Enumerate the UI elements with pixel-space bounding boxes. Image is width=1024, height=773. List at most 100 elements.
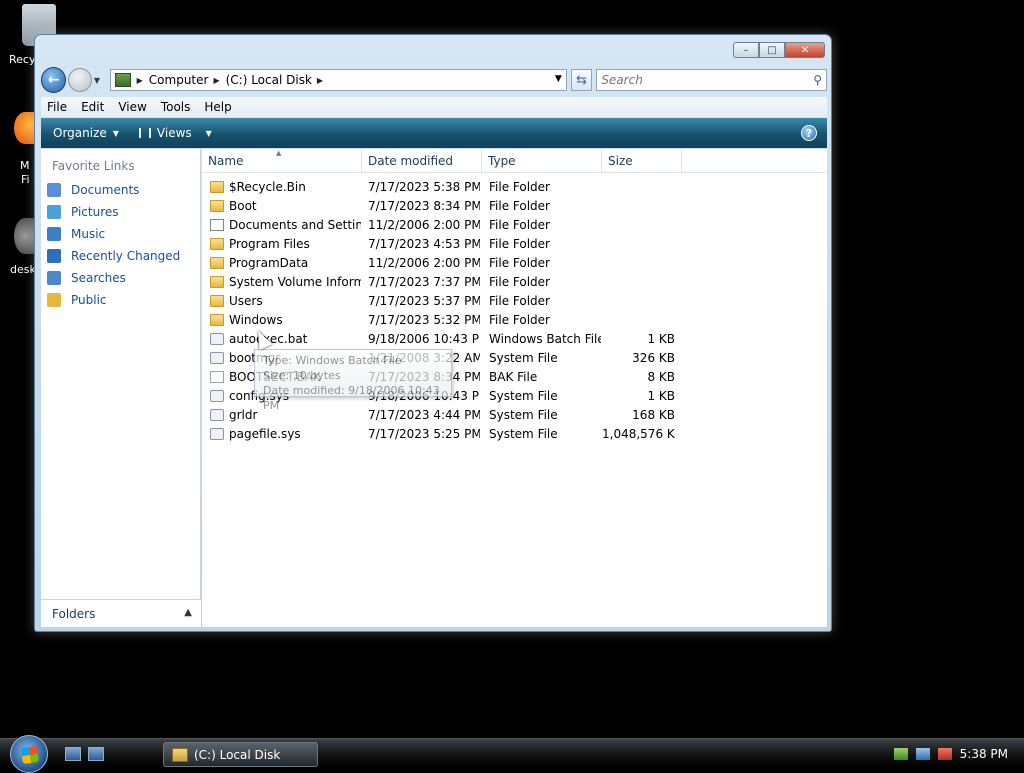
minimize-button[interactable]: –: [733, 42, 759, 58]
column-header-size[interactable]: Size: [602, 149, 682, 173]
nav-item-pictures[interactable]: Pictures: [41, 201, 200, 223]
address-dropdown-icon[interactable]: ▼: [555, 74, 562, 84]
back-button[interactable]: ←: [41, 67, 67, 93]
cell-date: 7/17/2023 5:25 PM: [368, 427, 480, 441]
sys-icon: [210, 428, 224, 440]
cell-name: pagefile.sys: [229, 427, 301, 441]
cell-name: $Recycle.Bin: [229, 180, 306, 194]
address-box[interactable]: ▶ Computer ▶ (C:) Local Disk ▶ ▼: [109, 69, 567, 91]
refresh-button[interactable]: ⇆: [570, 69, 593, 91]
menu-tools[interactable]: Tools: [161, 100, 191, 114]
music-icon: [47, 227, 61, 241]
column-header-date[interactable]: Date modified: [362, 149, 482, 173]
table-row[interactable]: ProgramData 11/2/2006 2:00 PM File Folder: [202, 254, 682, 273]
menu-view[interactable]: View: [118, 100, 146, 114]
taskbar-explorer-label: (C:) Local Disk: [194, 747, 281, 762]
cell-size: 1 KB: [647, 332, 675, 346]
help-icon[interactable]: ?: [801, 125, 817, 141]
network-icon[interactable]: [915, 748, 930, 760]
breadcrumb-arrow-icon[interactable]: ▶: [317, 76, 323, 85]
folder-icon: [210, 238, 224, 250]
menu-edit[interactable]: Edit: [81, 100, 104, 114]
cell-type: File Folder: [489, 294, 550, 308]
cell-size: [602, 178, 675, 197]
column-header-name[interactable]: Name: [202, 149, 362, 173]
drive-icon: [172, 747, 188, 762]
cell-name: autoexec.bat: [229, 332, 308, 346]
table-row[interactable]: Program Files 7/17/2023 4:53 PM File Folde…: [202, 235, 682, 254]
pictures-icon: [47, 205, 61, 219]
cell-name: Boot: [229, 199, 257, 213]
cell-name: Program Files: [229, 237, 310, 251]
nav-item-label: Documents: [71, 183, 140, 197]
tooltip-modified: Date modified: 9/18/2006 10:43 PM: [263, 384, 440, 412]
cell-date: 7/17/2023 5:38 PM: [368, 180, 480, 194]
search-input[interactable]: [601, 73, 814, 87]
search-icon[interactable]: ⚲: [813, 73, 822, 87]
table-row[interactable]: Users 7/17/2023 5:37 PM File Folder: [202, 292, 682, 311]
cell-size: 326 KB: [632, 351, 675, 365]
menu-bar: File Edit View Tools Help: [41, 97, 827, 117]
views-button[interactable]: Views ▼: [138, 126, 212, 140]
nav-item-documents[interactable]: Documents: [41, 179, 200, 201]
show-desktop-icon[interactable]: [65, 747, 81, 761]
folder-icon: [210, 276, 224, 288]
folders-toggle[interactable]: Folders ▲: [41, 599, 201, 627]
table-row[interactable]: Documents and Settings 11/2/2006 2:00 PM F…: [202, 216, 682, 235]
table-row[interactable]: $Recycle.Bin 7/17/2023 5:38 PM File Folder: [202, 178, 682, 197]
cell-size: [602, 235, 675, 254]
breadcrumb-arrow-icon[interactable]: ▶: [213, 76, 219, 85]
recent-icon: [47, 249, 61, 263]
cell-size: [602, 216, 675, 235]
firefox-icon[interactable]: [14, 112, 36, 144]
switch-windows-icon[interactable]: [88, 747, 104, 761]
maximize-button[interactable]: □: [759, 42, 785, 58]
folders-label: Folders: [52, 606, 96, 621]
sys-icon: [210, 390, 224, 402]
taskbar-explorer-button[interactable]: (C:) Local Disk: [163, 742, 318, 767]
cell-type: BAK File: [489, 370, 538, 384]
start-button[interactable]: [10, 735, 48, 773]
forward-button[interactable]: [68, 68, 92, 92]
folder-icon: [210, 181, 224, 193]
column-headers: Name ▲ Date modified Type Size: [202, 149, 827, 173]
folder-icon: [210, 314, 224, 326]
nav-item-recently-changed[interactable]: Recently Changed: [41, 245, 200, 267]
taskbar: (C:) Local Disk 5:38 PM: [0, 735, 1024, 773]
menu-help[interactable]: Help: [204, 100, 231, 114]
cell-type: File Folder: [489, 199, 550, 213]
breadcrumb-arrow-icon[interactable]: ▶: [137, 76, 143, 85]
safely-remove-icon[interactable]: [893, 748, 908, 760]
table-row[interactable]: autoexec.bat 9/18/2006 10:43 PM Windows Ba…: [202, 330, 682, 349]
refresh-icon: ⇆: [576, 72, 587, 88]
breadcrumb-computer[interactable]: Computer: [149, 73, 209, 87]
recent-pages-dropdown[interactable]: ▼: [94, 76, 106, 85]
table-row[interactable]: pagefile.sys 7/17/2023 5:25 PM System File…: [202, 425, 682, 444]
close-button[interactable]: ✕: [785, 42, 825, 58]
clock[interactable]: 5:38 PM: [960, 747, 1008, 761]
table-row[interactable]: System Volume Inform... 7/17/2023 7:37 PM…: [202, 273, 682, 292]
nav-item-label: Pictures: [71, 205, 119, 219]
cell-type: Windows Batch File: [489, 332, 601, 346]
tooltip-type: Type: Windows Batch File: [263, 354, 402, 367]
cell-name: Users: [229, 294, 263, 308]
cell-date: 9/18/2006 10:43 PM: [368, 332, 480, 346]
search-box[interactable]: ⚲: [596, 69, 827, 91]
desktop-gear-icon[interactable]: [14, 218, 36, 254]
breadcrumb-local-disk[interactable]: (C:) Local Disk: [226, 73, 312, 87]
command-bar: Organize ▼ Views ▼ ?: [41, 118, 827, 148]
organize-button[interactable]: Organize ▼: [53, 126, 119, 140]
menu-file[interactable]: File: [47, 100, 67, 114]
nav-item-label: Music: [71, 227, 106, 241]
firefox-label-1: M: [20, 159, 30, 172]
table-row[interactable]: Windows 7/17/2023 5:32 PM File Folder: [202, 311, 682, 330]
nav-item-music[interactable]: Music: [41, 223, 200, 245]
table-row[interactable]: Boot 7/17/2023 8:34 PM File Folder: [202, 197, 682, 216]
column-header-type[interactable]: Type: [482, 149, 602, 173]
cell-type: File Folder: [489, 275, 550, 289]
volume-muted-icon[interactable]: [937, 748, 952, 760]
nav-item-searches[interactable]: Searches: [41, 267, 200, 289]
batch-icon: [210, 333, 224, 345]
nav-item-public[interactable]: Public: [41, 289, 200, 311]
sort-ascending-icon: ▲: [276, 149, 282, 157]
